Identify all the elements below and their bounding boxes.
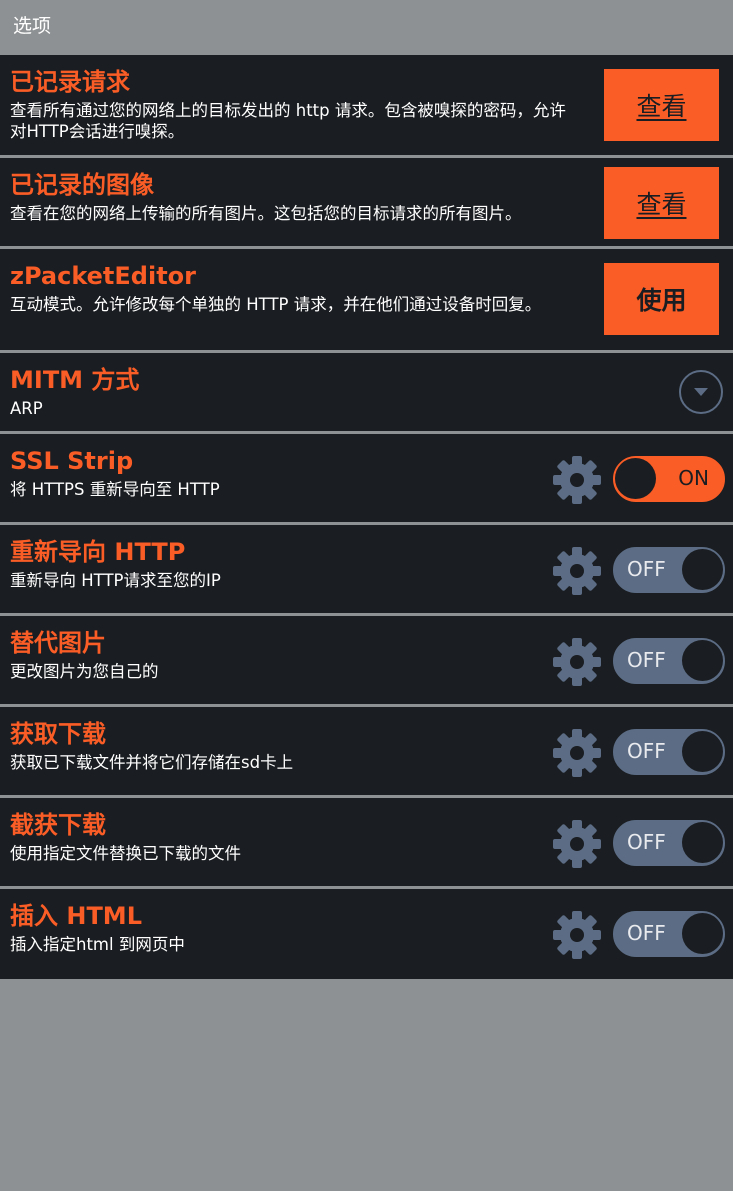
page-title: 选项 xyxy=(13,15,52,37)
row-title: 替代图片 xyxy=(10,629,106,657)
row-zpacketeditor: zPacketEditor 互动模式。允许修改每个单独的 HTTP 请求，并在他… xyxy=(0,249,733,353)
toggle-label: OFF xyxy=(627,648,666,672)
toggle-knob xyxy=(682,731,723,772)
options-list: 已记录请求 查看所有通过您的网络上的目标发出的 http 请求。包含被嗅探的密码… xyxy=(0,55,733,979)
dropdown-chevron-icon[interactable] xyxy=(679,370,723,414)
gear-icon[interactable] xyxy=(551,909,603,961)
toggle-label: OFF xyxy=(627,921,666,945)
gear-icon[interactable] xyxy=(551,454,603,506)
row-replace-images: 替代图片 更改图片为您自己的 OFF xyxy=(0,616,733,707)
row-logged-requests: 已记录请求 查看所有通过您的网络上的目标发出的 http 请求。包含被嗅探的密码… xyxy=(0,55,733,158)
row-title: 重新导向 HTTP xyxy=(10,538,186,566)
toggle-knob xyxy=(682,822,723,863)
toggle-knob xyxy=(615,458,656,499)
use-editor-button[interactable]: 使用 xyxy=(604,263,719,335)
ssl-strip-toggle[interactable]: ON xyxy=(613,456,725,502)
row-ssl-strip: SSL Strip 将 HTTPS 重新导向至 HTTP ON xyxy=(0,434,733,525)
row-desc: 将 HTTPS 重新导向至 HTTP xyxy=(10,480,220,499)
toggle-label: OFF xyxy=(627,830,666,854)
toggle-label: OFF xyxy=(627,739,666,763)
toggle-label: ON xyxy=(678,466,709,490)
row-logged-images: 已记录的图像 查看在您的网络上传输的所有图片。这包括您的目标请求的所有图片。 查… xyxy=(0,158,733,249)
row-title: 已记录请求 xyxy=(10,68,130,96)
row-desc: 查看所有通过您的网络上的目标发出的 http 请求。包含被嗅探的密码，允许对HT… xyxy=(10,101,566,141)
view-images-button[interactable]: 查看 xyxy=(604,167,719,239)
mitm-method-value: ARP xyxy=(10,399,43,418)
gear-icon[interactable] xyxy=(551,545,603,597)
gear-icon[interactable] xyxy=(551,727,603,779)
intercept-downloads-toggle[interactable]: OFF xyxy=(613,820,725,866)
redirect-http-toggle[interactable]: OFF xyxy=(613,547,725,593)
row-title: 获取下载 xyxy=(10,720,106,748)
row-capture-downloads: 获取下载 获取已下载文件并将它们存储在sd卡上 OFF xyxy=(0,707,733,798)
toggle-knob xyxy=(682,913,723,954)
row-redirect-http: 重新导向 HTTP 重新导向 HTTP请求至您的IP OFF xyxy=(0,525,733,616)
row-desc: 互动模式。允许修改每个单独的 HTTP 请求，并在他们通过设备时回复。 xyxy=(10,295,542,314)
row-title: 已记录的图像 xyxy=(10,171,154,199)
row-desc: 插入指定html 到网页中 xyxy=(10,935,185,954)
toggle-knob xyxy=(682,640,723,681)
titlebar: 选项 xyxy=(0,0,733,55)
replace-images-toggle[interactable]: OFF xyxy=(613,638,725,684)
row-title: SSL Strip xyxy=(10,447,134,475)
insert-html-toggle[interactable]: OFF xyxy=(613,911,725,957)
row-title: 截获下载 xyxy=(10,811,106,839)
row-insert-html: 插入 HTML 插入指定html 到网页中 OFF xyxy=(0,889,733,979)
row-title: MITM 方式 xyxy=(10,366,140,394)
view-requests-button[interactable]: 查看 xyxy=(604,69,719,141)
row-title: zPacketEditor xyxy=(10,262,196,290)
gear-icon[interactable] xyxy=(551,636,603,688)
gear-icon[interactable] xyxy=(551,818,603,870)
row-desc: 更改图片为您自己的 xyxy=(10,662,159,681)
row-desc: 获取已下载文件并将它们存储在sd卡上 xyxy=(10,753,294,772)
row-desc: 查看在您的网络上传输的所有图片。这包括您的目标请求的所有图片。 xyxy=(10,204,522,223)
capture-downloads-toggle[interactable]: OFF xyxy=(613,729,725,775)
row-intercept-downloads: 截获下载 使用指定文件替换已下载的文件 OFF xyxy=(0,798,733,889)
row-desc: 使用指定文件替换已下载的文件 xyxy=(10,844,241,863)
toggle-knob xyxy=(682,549,723,590)
toggle-label: OFF xyxy=(627,557,666,581)
row-desc: 重新导向 HTTP请求至您的IP xyxy=(10,571,221,590)
row-mitm-method[interactable]: MITM 方式 ARP xyxy=(0,353,733,434)
row-title: 插入 HTML xyxy=(10,902,142,930)
